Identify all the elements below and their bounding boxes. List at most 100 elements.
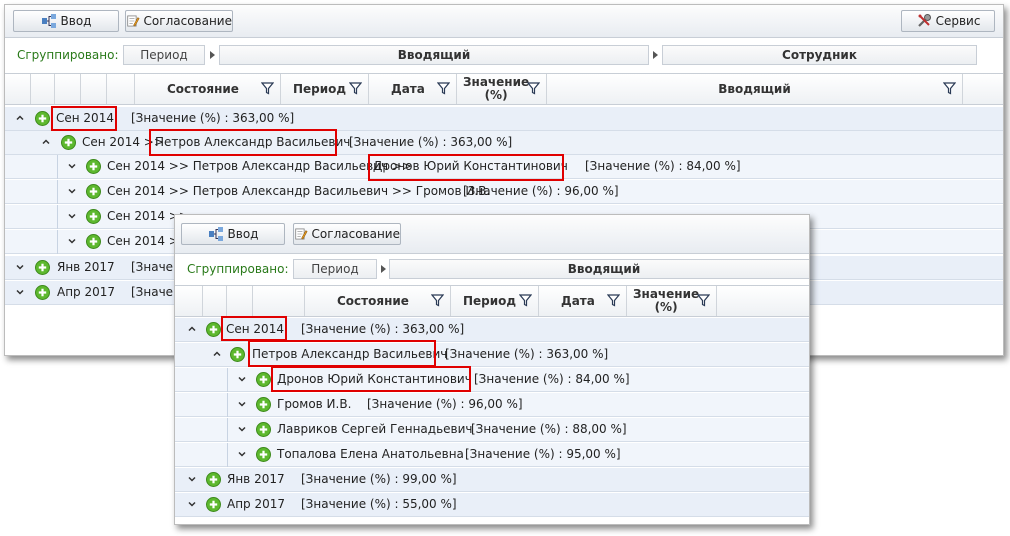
plus-circle-icon[interactable] <box>35 260 50 275</box>
group-value: [Значение (%) : 95,00 %] <box>465 447 621 461</box>
approval-button-label: Согласование <box>311 227 400 241</box>
header-spacer <box>227 286 253 316</box>
input-button[interactable]: Ввод <box>13 10 119 32</box>
chevron-up-icon[interactable] <box>15 113 25 123</box>
group-value: [Значение (%) : 88,00 %] <box>471 422 627 436</box>
column-state[interactable]: Состояние <box>305 286 451 316</box>
plus-circle-icon[interactable] <box>256 372 271 387</box>
group-label: Янв 2017 <box>57 260 115 274</box>
group-value: [Значение (%) : 99,00 %] <box>301 472 457 486</box>
pencil-note-icon <box>294 226 308 242</box>
plus-circle-icon[interactable] <box>256 422 271 437</box>
group-value: [Значение (%) : 363,00 %] <box>349 135 513 149</box>
column-value[interactable]: Значение (%) <box>627 286 717 316</box>
service-button[interactable]: Сервис <box>901 10 995 32</box>
plus-circle-icon[interactable] <box>206 472 221 487</box>
group-row[interactable]: Сен 2014 >> Петров Александр Васильевич … <box>5 180 1003 204</box>
approval-button-label: Согласование <box>143 14 232 28</box>
header-spacer <box>31 74 55 104</box>
column-value[interactable]: Значение (%) <box>457 74 547 104</box>
funnel-icon[interactable] <box>943 82 956 95</box>
group-row[interactable]: Дронов Юрий Константинович [Значение (%)… <box>175 368 809 392</box>
funnel-icon[interactable] <box>519 294 532 307</box>
group-row[interactable]: Янв 2017 [Значение (%) : 99,00 %] <box>175 468 809 492</box>
plus-circle-icon[interactable] <box>256 447 271 462</box>
group-value: [Значение (%) : 84,00 %] <box>585 159 741 173</box>
funnel-icon[interactable] <box>261 82 274 95</box>
header-spacer <box>5 74 31 104</box>
plus-circle-icon[interactable] <box>35 111 50 126</box>
plus-circle-icon[interactable] <box>86 209 101 224</box>
chevron-down-icon[interactable] <box>67 186 77 196</box>
group-value: [Значение (%) : 363,00 %] <box>445 347 609 361</box>
column-entered-by[interactable]: Вводящий <box>547 74 963 104</box>
plus-circle-icon[interactable] <box>86 234 101 249</box>
group-label: Топалова Елена Анатольевна <box>277 447 464 461</box>
chevron-right-icon <box>653 51 658 59</box>
pencil-note-icon <box>126 13 140 29</box>
group-chip-entered-by[interactable]: Вводящий <box>389 259 809 279</box>
chevron-up-icon[interactable] <box>212 349 222 359</box>
input-button[interactable]: Ввод <box>181 223 285 245</box>
column-date[interactable]: Дата <box>539 286 627 316</box>
column-period[interactable]: Период <box>281 74 369 104</box>
group-chip-employee[interactable]: Сотрудник <box>662 45 977 65</box>
group-row[interactable]: Топалова Елена Анатольевна [Значение (%)… <box>175 443 809 467</box>
chevron-down-icon[interactable] <box>67 211 77 221</box>
column-date[interactable]: Дата <box>369 74 457 104</box>
chevron-down-icon[interactable] <box>15 287 25 297</box>
funnel-icon[interactable] <box>527 82 540 95</box>
plus-circle-icon[interactable] <box>206 497 221 512</box>
group-row[interactable]: Апр 2017 [Значение (%) : 55,00 %] <box>175 493 809 517</box>
chevron-down-icon[interactable] <box>237 374 247 384</box>
chevron-down-icon[interactable] <box>67 161 77 171</box>
group-row[interactable]: Сен 2014 [Значение (%) : 363,00 %] <box>175 318 809 342</box>
group-chip-period[interactable]: Период <box>293 259 377 279</box>
plus-circle-icon[interactable] <box>86 184 101 199</box>
plus-circle-icon[interactable] <box>230 347 245 362</box>
chevron-down-icon[interactable] <box>237 449 247 459</box>
group-row[interactable]: Громов И.В. [Значение (%) : 96,00 %] <box>175 393 809 417</box>
funnel-icon[interactable] <box>697 294 710 307</box>
column-period[interactable]: Период <box>451 286 539 316</box>
group-row[interactable]: Сен 2014 >> Петров Александр Васильевич … <box>5 155 1003 179</box>
group-chip-period[interactable]: Период <box>123 45 205 65</box>
chevron-down-icon[interactable] <box>187 499 197 509</box>
funnel-icon[interactable] <box>607 294 620 307</box>
service-button-label: Сервис <box>935 14 981 28</box>
plus-circle-icon[interactable] <box>256 397 271 412</box>
group-chip-entered-by[interactable]: Вводящий <box>219 45 649 65</box>
chevron-down-icon[interactable] <box>237 399 247 409</box>
plus-circle-icon[interactable] <box>86 159 101 174</box>
funnel-icon[interactable] <box>437 82 450 95</box>
plus-circle-icon[interactable] <box>61 135 76 150</box>
chevron-down-icon[interactable] <box>237 424 247 434</box>
header-spacer <box>81 74 107 104</box>
plus-circle-icon[interactable] <box>35 285 50 300</box>
column-state[interactable]: Состояние <box>135 74 281 104</box>
chevron-up-icon[interactable] <box>41 137 51 147</box>
group-label: Янв 2017 <box>227 472 285 486</box>
group-row[interactable]: Сен 2014 [Значение (%) : 363,00 %] <box>5 107 1003 131</box>
group-label: Сен 2014 <box>56 111 114 125</box>
plus-circle-icon[interactable] <box>206 322 221 337</box>
chevron-down-icon[interactable] <box>15 262 25 272</box>
funnel-icon[interactable] <box>349 82 362 95</box>
grid-window-front: Ввод Согласование Сгруппировано: Период … <box>174 214 810 525</box>
group-row[interactable]: Лавриков Сергей Геннадьевич [Значение (%… <box>175 418 809 442</box>
group-value: [Значение (%) : 96,00 %] <box>463 184 619 198</box>
header-spacer <box>107 74 135 104</box>
flow-input-icon <box>208 226 224 242</box>
approval-button[interactable]: Согласование <box>125 10 233 32</box>
group-label: Громов И.В. <box>277 397 352 411</box>
group-label: Сен 2014 >> Петров Александр Васильевич … <box>107 184 491 198</box>
funnel-icon[interactable] <box>431 294 444 307</box>
chevron-up-icon[interactable] <box>187 324 197 334</box>
column-header-row: Состояние Период Дата Значение (%) Вводящ… <box>5 73 1003 105</box>
group-row[interactable]: Петров Александр Васильевич [Значение (%… <box>175 343 809 367</box>
chevron-down-icon[interactable] <box>67 236 77 246</box>
group-row[interactable]: Сен 2014 >> Петров Александр Васильевич … <box>5 131 1003 155</box>
approval-button[interactable]: Согласование <box>293 223 401 245</box>
chevron-down-icon[interactable] <box>187 474 197 484</box>
group-value: [Значение (%) : 55,00 %] <box>301 497 457 511</box>
